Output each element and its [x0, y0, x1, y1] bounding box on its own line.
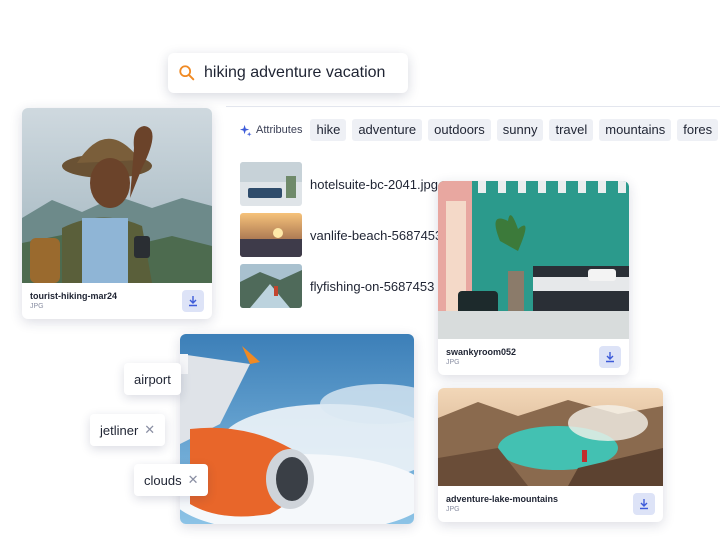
- asset-card-room[interactable]: swankyroom052 JPG: [438, 181, 629, 375]
- attribute-chip[interactable]: outdoors: [428, 119, 491, 141]
- search-icon: [179, 65, 195, 81]
- room-photo: [438, 181, 629, 339]
- download-button[interactable]: [599, 346, 621, 368]
- list-item[interactable]: hotelsuite-bc-2041.jpg: [240, 162, 438, 206]
- airplane-photo-card[interactable]: [180, 334, 414, 524]
- tag-label: clouds: [144, 472, 182, 488]
- thumbnail: [240, 264, 302, 308]
- download-icon: [606, 352, 614, 363]
- asset-card-lake[interactable]: adventure-lake-mountains JPG: [438, 388, 663, 522]
- lake-photo: [438, 388, 663, 486]
- list-item[interactable]: vanlife-beach-5687453: [240, 213, 442, 257]
- card-filetype: JPG: [446, 506, 460, 513]
- file-name: flyfishing-on-5687453: [310, 278, 435, 294]
- download-icon: [189, 296, 197, 307]
- attributes-label: Attributes: [256, 124, 303, 136]
- list-item[interactable]: flyfishing-on-5687453: [240, 264, 434, 308]
- file-name: hotelsuite-bc-2041.jpg: [310, 176, 438, 192]
- thumbnail: [240, 162, 302, 206]
- card-filename: tourist-hiking-mar24: [30, 291, 118, 301]
- search-query[interactable]: hiking adventure vacation: [204, 64, 385, 82]
- tag-label: airport: [134, 371, 171, 387]
- attribute-chip[interactable]: adventure: [352, 119, 423, 141]
- asset-card-hiker[interactable]: tourist-hiking-mar24 JPG: [22, 108, 212, 319]
- remove-tag-icon[interactable]: ✕: [188, 472, 199, 488]
- sparkle-icon: [239, 124, 252, 137]
- remove-tag-icon[interactable]: ✕: [144, 422, 155, 438]
- tag-label: jetliner: [100, 422, 139, 438]
- download-icon: [640, 499, 648, 510]
- attribute-chip[interactable]: travel: [549, 119, 594, 141]
- attribute-chip[interactable]: hike: [310, 119, 347, 141]
- hiker-photo: [22, 108, 212, 283]
- thumbnail: [240, 213, 302, 257]
- airplane-photo: [180, 334, 414, 524]
- search-bar[interactable]: hiking adventure vacation: [168, 53, 408, 93]
- tag-jetliner[interactable]: jetliner ✕: [90, 414, 166, 446]
- attribute-chip[interactable]: sunny: [496, 119, 544, 141]
- attribute-chip[interactable]: mountains: [599, 119, 672, 141]
- file-name: vanlife-beach-5687453: [310, 227, 443, 243]
- download-button[interactable]: [633, 493, 655, 515]
- card-filetype: JPG: [30, 303, 44, 310]
- card-filename: adventure-lake-mountains: [446, 494, 559, 504]
- attributes-bar: Attributes hike adventure outdoors sunny…: [239, 118, 720, 142]
- tag-airport[interactable]: airport: [124, 363, 181, 395]
- download-button[interactable]: [182, 290, 204, 312]
- divider: [226, 106, 720, 107]
- attribute-chip[interactable]: fores: [677, 119, 719, 141]
- card-filetype: JPG: [446, 359, 460, 366]
- tag-clouds[interactable]: clouds ✕: [134, 464, 209, 496]
- card-filename: swankyroom052: [446, 347, 517, 357]
